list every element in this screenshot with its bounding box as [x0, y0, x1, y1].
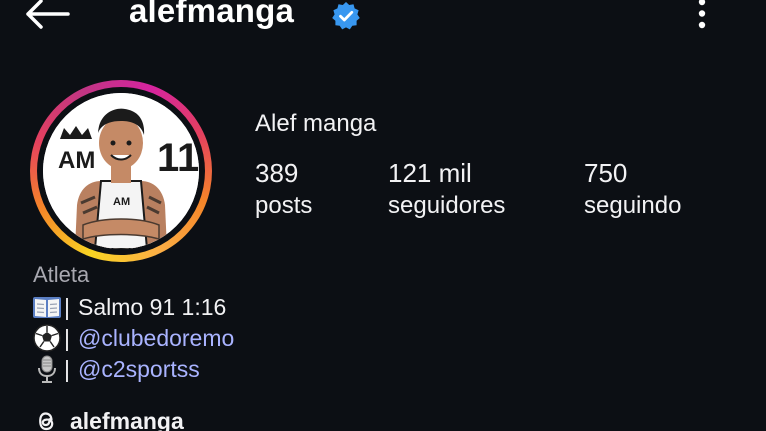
threads-handle: alefmanga [70, 407, 184, 431]
bio-line-verse: | Salmo 91 1:16 [32, 292, 226, 322]
bio-separator: | [64, 356, 70, 382]
microphone-icon [38, 355, 56, 383]
stat-following-value: 750 [584, 158, 628, 188]
bio-separator: | [64, 294, 70, 320]
threads-profile-link[interactable]: alefmanga [32, 404, 184, 431]
bio-sports-mention-link[interactable]: @c2sportss [78, 354, 200, 384]
profile-username: alefmanga [129, 0, 295, 29]
back-button[interactable] [24, 0, 72, 30]
stat-following[interactable]: 750 seguindo [584, 157, 681, 223]
book-icon [33, 297, 61, 318]
bio-line-sports: | @c2sportss [32, 354, 200, 384]
bio-line-club: | @clubedoremo [32, 323, 234, 353]
more-options-button[interactable] [690, 0, 714, 32]
stat-posts-label: posts [255, 192, 313, 219]
bio-club-mention-link[interactable]: @clubedoremo [78, 323, 234, 353]
stat-followers-label: seguidores [388, 192, 506, 219]
profile-category: Atleta [33, 262, 90, 287]
stat-posts[interactable]: 389 posts [255, 157, 312, 223]
avatar-number: 11 [157, 136, 199, 180]
stat-following-label: seguindo [584, 192, 682, 219]
stat-posts-value: 389 [255, 158, 299, 188]
bio-verse-text: Salmo 91 1:16 [77, 294, 227, 320]
profile-header: alefmanga [0, 0, 766, 34]
avatar: AM 11 AM [43, 93, 199, 249]
verified-badge-icon [332, 2, 360, 30]
arrow-left-icon [26, 0, 70, 29]
avatar-cartoon-image: AM 11 AM [43, 93, 199, 249]
soccer-ball-icon [33, 324, 61, 352]
bio-separator: | [64, 325, 70, 351]
more-vertical-icon [698, 0, 706, 29]
profile-avatar-story-ring[interactable]: AM 11 AM [30, 80, 212, 262]
stat-followers-value: 121 mil [388, 158, 472, 188]
avatar-shirt-text: AM [113, 196, 130, 208]
stat-followers[interactable]: 121 mil seguidores [388, 157, 505, 223]
threads-icon [39, 412, 54, 431]
avatar-monogram: AM [58, 147, 95, 174]
profile-display-name: Alef manga [255, 110, 377, 137]
